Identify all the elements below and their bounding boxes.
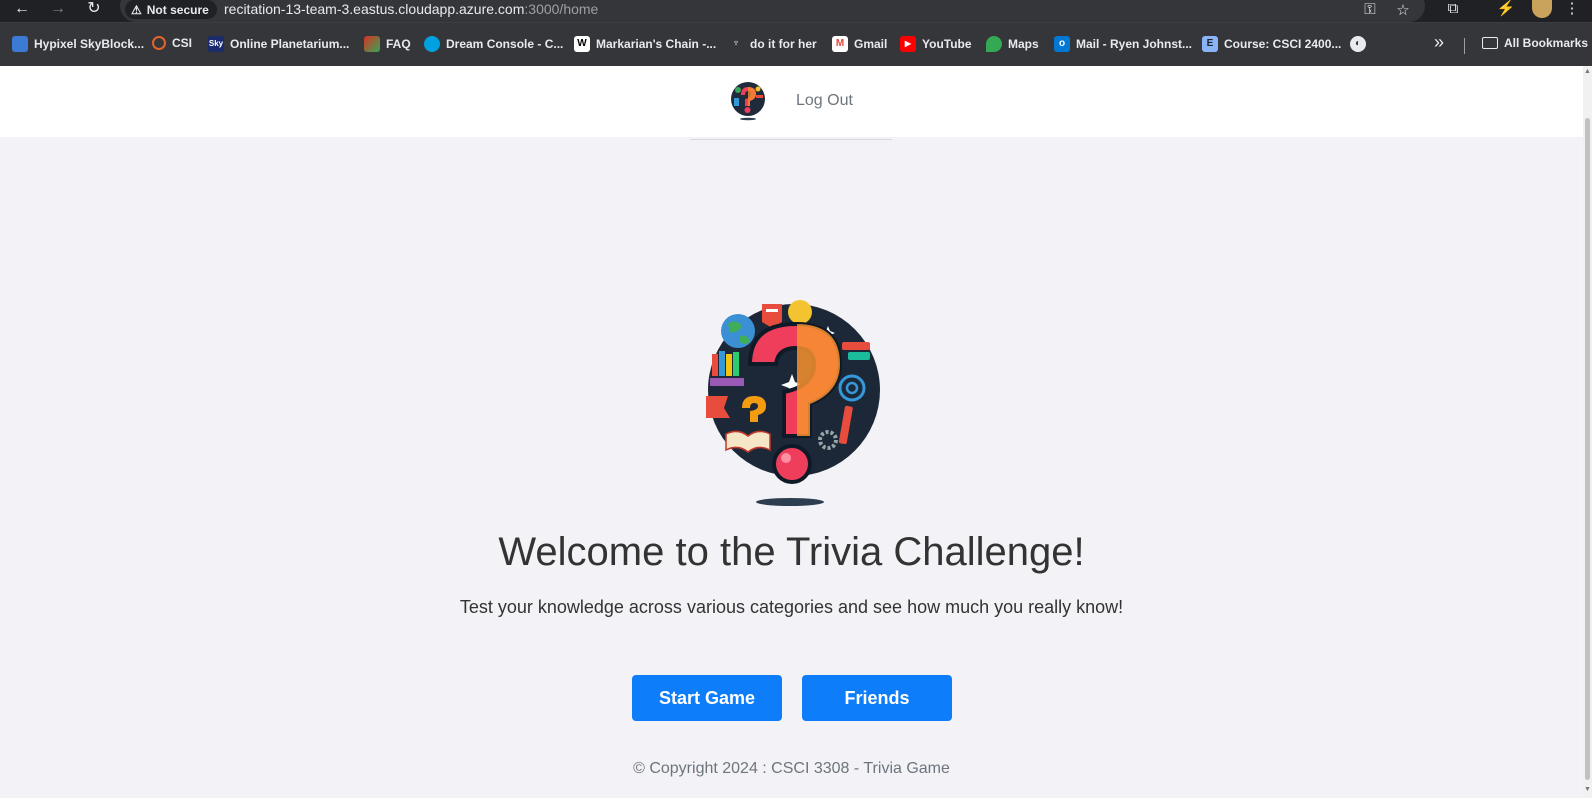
logout-link[interactable]: Log Out xyxy=(796,92,853,110)
bookmark-course[interactable]: E Course: CSCI 2400... xyxy=(1202,36,1341,52)
warning-icon: ⚠ xyxy=(131,2,142,17)
bookmark-label: Markarian's Chain -... xyxy=(596,37,717,51)
site-navbar: Log Out xyxy=(0,66,1583,137)
bookmark-do-it-for-her[interactable]: ♆ do it for her xyxy=(728,36,817,52)
bookmark-label: Dream Console - C... xyxy=(446,37,564,51)
all-bookmarks-label: All Bookmarks xyxy=(1504,36,1589,50)
forward-arrow-icon[interactable]: → xyxy=(44,0,72,20)
bookmark-label: Maps xyxy=(1008,37,1039,51)
scroll-thumb[interactable] xyxy=(1585,118,1590,780)
gmail-icon: M xyxy=(832,36,848,52)
trivia-hero-logo-icon xyxy=(706,300,880,506)
menu-dots-icon[interactable]: ⋮ xyxy=(1560,0,1584,18)
bookmark-label: CSI xyxy=(172,36,193,50)
bookmark-faq[interactable]: FAQ xyxy=(364,36,411,52)
extensions-icon[interactable]: ⧉ xyxy=(1441,0,1465,18)
bookmark-markarian[interactable]: W Markarian's Chain -... xyxy=(574,36,716,52)
welcome-subtitle: Test your knowledge across various categ… xyxy=(459,597,1124,617)
bookmarks-divider xyxy=(1464,38,1465,54)
url-text[interactable]: recitation-13-team-3.eastus.cloudapp.azu… xyxy=(224,1,598,17)
performance-icon[interactable]: ⚡ xyxy=(1494,0,1518,18)
profile-avatar[interactable] xyxy=(1532,0,1552,18)
key-icon[interactable]: ⚿ xyxy=(1359,1,1381,18)
bookmark-label: Mail - Ryen Johnst... xyxy=(1076,37,1193,51)
bookmark-globe[interactable]: ◐ xyxy=(1350,36,1366,52)
bookmark-label: Online Planetarium... xyxy=(230,37,350,51)
bookmark-label: Gmail xyxy=(854,37,888,51)
bookmark-planetarium[interactable]: Sky Online Planetarium... xyxy=(208,36,349,52)
back-arrow-icon[interactable]: ← xyxy=(8,0,36,20)
trivia-logo-icon[interactable] xyxy=(730,81,766,121)
bookmark-label: Course: CSCI 2400... xyxy=(1224,37,1342,51)
bookmark-outlook[interactable]: o Mail - Ryen Johnst... xyxy=(1054,36,1192,52)
folder-icon xyxy=(1482,37,1498,49)
bookmark-csi[interactable]: CSI xyxy=(152,36,192,50)
bookmark-dream-console[interactable]: Dream Console - C... xyxy=(424,36,563,52)
bookmark-label: FAQ xyxy=(386,37,411,51)
url-path: :3000/home xyxy=(524,1,599,17)
youtube-icon: ▶ xyxy=(900,36,916,52)
sky-icon: Sky xyxy=(208,36,224,52)
figure-icon: ♆ xyxy=(732,38,740,49)
bookmark-label: YouTube xyxy=(922,37,972,51)
flag-icon xyxy=(364,36,380,52)
friends-button[interactable]: Friends xyxy=(802,675,952,721)
course-icon: E xyxy=(1202,36,1218,52)
welcome-heading: Welcome to the Trivia Challenge! xyxy=(498,530,1085,574)
maps-icon xyxy=(986,36,1002,52)
reload-icon[interactable]: ↻ xyxy=(80,0,108,20)
chevron-double-right-icon[interactable]: » xyxy=(1434,32,1444,53)
bookmark-label: Hypixel SkyBlock... xyxy=(34,37,145,51)
cube-icon xyxy=(12,36,28,52)
bookmarks-bar: Hypixel SkyBlock... CSI Sky Online Plane… xyxy=(0,22,1592,66)
scroll-up-arrow-icon[interactable]: ▲ xyxy=(1584,68,1591,75)
browser-toolbar: ← → ↻ ⚠ Not secure recitation-13-team-3.… xyxy=(0,0,1592,22)
outlook-icon: o xyxy=(1054,36,1070,52)
bookmark-youtube[interactable]: ▶ YouTube xyxy=(900,36,972,52)
url-host: recitation-13-team-3.eastus.cloudapp.azu… xyxy=(224,1,525,17)
all-bookmarks-button[interactable]: All Bookmarks xyxy=(1482,36,1588,50)
star-icon[interactable]: ☆ xyxy=(1392,1,1414,19)
footer-copyright: © Copyright 2024 : CSCI 3308 - Trivia Ga… xyxy=(633,760,950,777)
wikipedia-icon: W xyxy=(574,36,590,52)
bookmark-label: do it for her xyxy=(750,37,817,51)
start-game-button[interactable]: Start Game xyxy=(632,675,782,721)
cloud-icon xyxy=(424,36,440,52)
ring-icon xyxy=(152,36,166,50)
security-chip[interactable]: ⚠ Not secure xyxy=(125,0,217,19)
bookmark-hypixel[interactable]: Hypixel SkyBlock... xyxy=(12,36,144,52)
bookmark-maps[interactable]: Maps xyxy=(986,36,1039,52)
bookmark-gmail[interactable]: M Gmail xyxy=(832,36,887,52)
security-label: Not secure xyxy=(146,2,209,17)
nav-divider xyxy=(690,139,892,140)
globe-icon: ◐ xyxy=(1350,36,1366,52)
scroll-down-arrow-icon[interactable]: ▼ xyxy=(1584,786,1591,793)
